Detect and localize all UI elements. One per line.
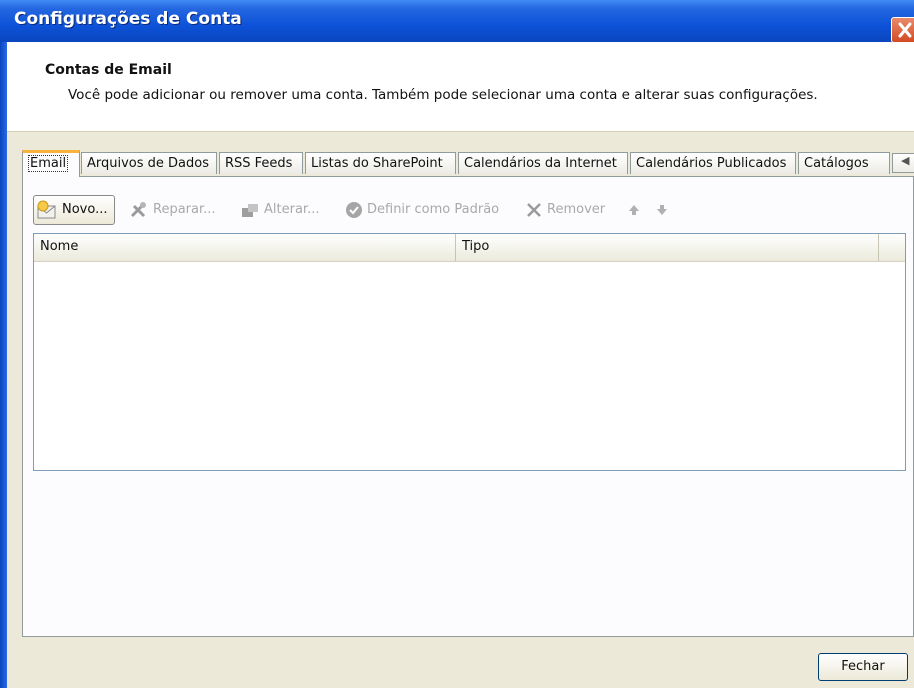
close-window-button[interactable]: [891, 17, 914, 43]
tab-catalogos[interactable]: Catálogos: [798, 152, 890, 174]
email-tab-panel: Novo... Reparar... Alterar... Definir co…: [22, 176, 914, 637]
move-down-button[interactable]: [655, 195, 673, 225]
window-title: Configurações de Conta: [14, 9, 242, 29]
header-description: Você pode adicionar ou remover uma conta…: [68, 87, 818, 103]
column-header-tipo[interactable]: Tipo: [456, 234, 879, 261]
novo-button[interactable]: Novo...: [33, 195, 115, 225]
alterar-button[interactable]: Alterar...: [240, 195, 319, 225]
new-mail-icon: [37, 200, 56, 218]
remove-x-icon: [527, 202, 541, 217]
tab-strip: Email Arquivos de Dados RSS Feeds Listas…: [22, 150, 914, 177]
tab-scroll-buttons: ◀ ▶: [892, 153, 914, 173]
tab-email[interactable]: Email: [22, 150, 80, 177]
dialog-footer: [7, 637, 914, 688]
accounts-list[interactable]: Nome Tipo: [33, 233, 906, 471]
close-icon: [898, 22, 912, 38]
tab-calendarios-internet[interactable]: Calendários da Internet: [458, 152, 628, 174]
move-up-button[interactable]: [627, 195, 645, 225]
change-account-icon: [242, 203, 258, 217]
fechar-button[interactable]: Fechar: [818, 653, 908, 681]
column-header-nome[interactable]: Nome: [34, 234, 456, 261]
tab-arquivos-de-dados[interactable]: Arquivos de Dados: [81, 152, 217, 174]
window-frame-left: [0, 42, 7, 688]
tab-listas-sharepoint[interactable]: Listas do SharePoint: [305, 152, 456, 174]
repair-tools-icon: [130, 201, 146, 217]
reparar-button[interactable]: Reparar...: [129, 195, 216, 225]
accounts-toolbar: Novo... Reparar... Alterar... Definir co…: [33, 195, 903, 225]
list-header: Nome Tipo: [34, 234, 905, 262]
dialog-header: Contas de Email Você pode adicionar ou r…: [7, 42, 914, 132]
tab-calendarios-publicados[interactable]: Calendários Publicados: [630, 152, 796, 174]
arrow-up-icon: [629, 204, 639, 215]
header-heading: Contas de Email: [45, 62, 172, 78]
remover-button[interactable]: Remover: [525, 195, 605, 225]
checkmark-circle-icon: [346, 201, 362, 218]
definir-como-padrao-button[interactable]: Definir como Padrão: [345, 195, 499, 225]
tab-scroll-left-icon[interactable]: ◀: [901, 154, 909, 167]
arrow-down-icon: [657, 204, 667, 215]
account-settings-dialog: Configurações de Conta Contas de Email V…: [0, 0, 914, 688]
title-bar[interactable]: Configurações de Conta: [0, 0, 914, 43]
tab-rss-feeds[interactable]: RSS Feeds: [219, 152, 303, 174]
